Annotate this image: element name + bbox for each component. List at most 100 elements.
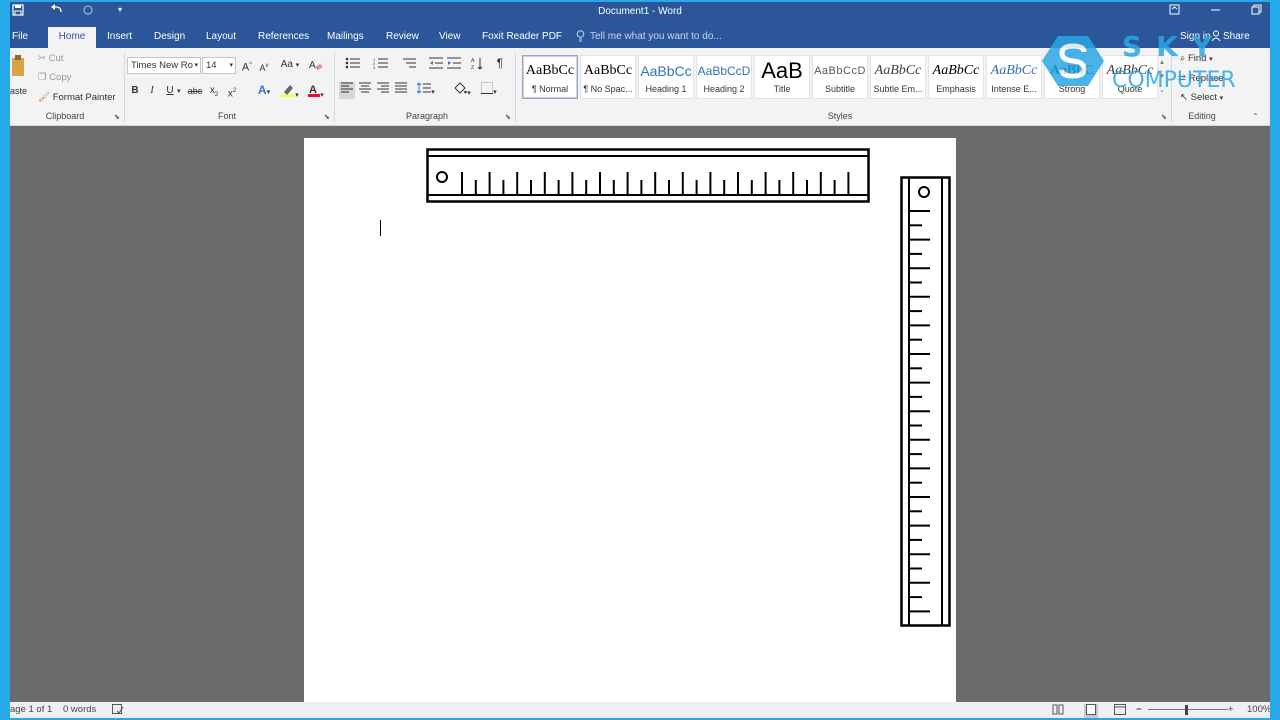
increase-indent-button[interactable] xyxy=(446,57,462,74)
title-bar: ▾ Document1 - Word xyxy=(10,2,1270,24)
line-spacing-button[interactable]: ▾ xyxy=(414,82,438,100)
ribbon-display-icon[interactable] xyxy=(1169,4,1180,18)
tell-me-box[interactable]: Tell me what you want to do... xyxy=(590,27,722,46)
style-sample: AaBbCc xyxy=(932,63,980,78)
word-window: ▾ Document1 - Word File Home Insert Desi… xyxy=(10,2,1270,718)
align-right-button[interactable] xyxy=(375,82,391,99)
scissors-icon: ✂ xyxy=(38,53,46,64)
font-name-value: Times New Ro xyxy=(131,60,193,71)
collapse-ribbon-icon[interactable]: ⌃ xyxy=(1252,112,1259,121)
bullets-button[interactable] xyxy=(340,57,366,74)
align-center-button[interactable] xyxy=(357,82,373,99)
style-tile[interactable]: AaBbCc Emphasis xyxy=(928,55,984,99)
web-layout-icon[interactable] xyxy=(1114,704,1126,718)
tab-insert[interactable]: Insert xyxy=(99,27,140,48)
styles-launcher-icon[interactable]: ⬊ xyxy=(1161,113,1167,121)
numbering-button[interactable]: 123 xyxy=(368,57,394,74)
style-tile[interactable]: AaBbCc Intense E... xyxy=(986,55,1042,99)
zoom-slider-thumb[interactable] xyxy=(1185,705,1188,715)
style-name: Emphasis xyxy=(936,84,976,94)
style-sample: AaBbCc xyxy=(990,63,1038,78)
style-tile[interactable]: AaBbCc Subtle Em... xyxy=(870,55,926,99)
style-tile[interactable]: AaBbCcD Heading 2 xyxy=(696,55,752,99)
style-sample: AaBbCc xyxy=(583,63,633,78)
style-tile[interactable]: AaBbCc Heading 1 xyxy=(638,55,694,99)
zoom-out-button[interactable]: − xyxy=(1136,704,1142,715)
style-tile[interactable]: AaB Title xyxy=(754,55,810,99)
clear-formatting-button[interactable]: A xyxy=(308,58,324,76)
justify-icon xyxy=(395,82,407,93)
proofing-icon[interactable] xyxy=(112,704,124,718)
paste-button[interactable]: aste xyxy=(10,54,27,104)
read-mode-icon[interactable] xyxy=(1052,704,1064,718)
chevron-down-icon[interactable]: ▾ xyxy=(177,87,181,95)
text-effects-button[interactable]: A▾ xyxy=(252,83,276,100)
style-tile[interactable]: AaBbCcD Subtitle xyxy=(812,55,868,99)
superscript-button[interactable]: x2 xyxy=(226,84,238,101)
multilevel-list-button[interactable] xyxy=(396,57,422,74)
tab-file[interactable]: File xyxy=(10,27,36,48)
italic-button[interactable]: I xyxy=(146,84,158,98)
document-page[interactable] xyxy=(304,138,956,702)
styles-group-label: Styles xyxy=(827,111,853,121)
shrink-font-button[interactable]: Av xyxy=(258,59,270,75)
tab-layout[interactable]: Layout xyxy=(198,27,244,48)
align-left-button[interactable] xyxy=(339,82,355,99)
font-color-button[interactable]: A ▾ xyxy=(304,83,328,103)
word-count[interactable]: 0 words xyxy=(63,704,96,715)
divider xyxy=(334,52,335,122)
sort-button[interactable]: AZ xyxy=(470,57,484,75)
tab-foxit-reader-pdf[interactable]: Foxit Reader PDF xyxy=(474,27,570,48)
restore-icon[interactable] xyxy=(1251,4,1262,18)
bold-button[interactable]: B xyxy=(128,84,142,98)
tab-references[interactable]: References xyxy=(250,27,317,48)
tab-home[interactable]: Home xyxy=(48,27,96,48)
clipboard-launcher-icon[interactable]: ⬊ xyxy=(114,113,120,121)
underline-button[interactable]: U xyxy=(164,84,176,98)
style-name: Heading 1 xyxy=(645,84,687,94)
strikethrough-button[interactable]: abc xyxy=(186,84,204,98)
show-marks-button[interactable]: ¶ xyxy=(494,56,506,70)
style-tile[interactable]: AaBbCc ¶ Normal xyxy=(522,55,578,99)
page-count[interactable]: age 1 of 1 xyxy=(10,704,52,715)
decrease-indent-button[interactable] xyxy=(428,57,444,74)
tab-design[interactable]: Design xyxy=(146,27,193,48)
cut-button[interactable]: ✂ Cut xyxy=(38,53,63,64)
text-effects-icon: A xyxy=(257,83,267,97)
editing-group-label: Editing xyxy=(1188,111,1216,121)
style-tile[interactable]: AaBbCc ¶ No Spac... xyxy=(580,55,636,99)
tab-mailings[interactable]: Mailings xyxy=(319,27,372,48)
zoom-slider[interactable] xyxy=(1148,709,1228,710)
decrease-indent-icon xyxy=(429,57,443,69)
tab-review[interactable]: Review xyxy=(378,27,427,48)
clipboard-group-label: Clipboard xyxy=(45,111,85,121)
shading-button[interactable]: ▾ xyxy=(450,82,474,101)
zoom-in-button[interactable]: + xyxy=(1228,704,1234,715)
copy-button[interactable]: ❐ Copy xyxy=(38,72,71,83)
zoom-level[interactable]: 100% xyxy=(1247,704,1270,715)
font-size-box[interactable]: 14 ▾ xyxy=(202,57,236,74)
chevron-down-icon[interactable]: ▾ xyxy=(194,58,198,73)
paragraph-launcher-icon[interactable]: ⬊ xyxy=(505,113,511,121)
highlight-button[interactable]: ▾ xyxy=(278,83,302,103)
change-case-button[interactable]: Aa ▾ xyxy=(278,58,302,73)
watermark-sky-text: SKY xyxy=(1122,30,1227,63)
font-size-value: 14 xyxy=(206,60,217,71)
copy-icon: ❐ xyxy=(38,72,47,83)
font-name-box[interactable]: Times New Ro ▾ xyxy=(127,57,201,74)
minimize-icon[interactable] xyxy=(1210,4,1221,18)
font-group-label: Font xyxy=(217,111,236,121)
svg-text:A: A xyxy=(309,60,316,71)
grow-font-button[interactable]: A^ xyxy=(240,58,254,75)
lightbulb-icon xyxy=(576,30,585,45)
justify-button[interactable] xyxy=(393,82,409,99)
font-launcher-icon[interactable]: ⬊ xyxy=(324,113,330,121)
horizontal-ruler-drawing[interactable] xyxy=(426,148,870,204)
format-painter-button[interactable]: 🖌 Format Painter xyxy=(38,92,116,103)
borders-button[interactable]: ▾ xyxy=(477,82,501,100)
tab-view[interactable]: View xyxy=(431,27,469,48)
vertical-ruler-drawing[interactable] xyxy=(900,176,952,628)
chevron-down-icon[interactable]: ▾ xyxy=(229,58,233,73)
subscript-button[interactable]: x2 xyxy=(208,84,220,102)
print-layout-icon[interactable] xyxy=(1084,704,1098,718)
